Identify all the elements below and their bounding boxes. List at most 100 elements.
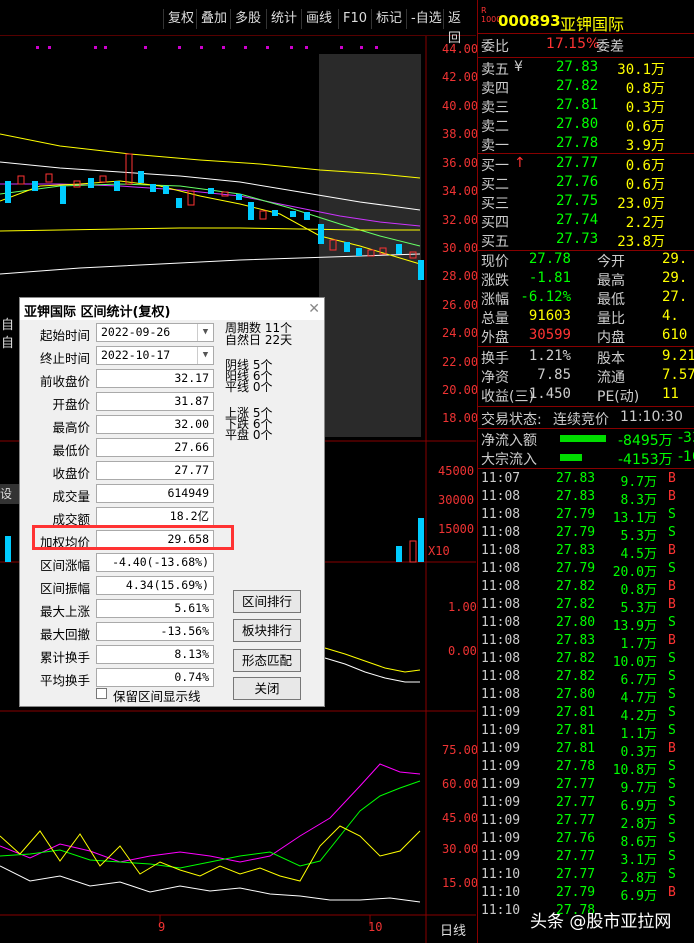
ask-row[interactable]: 卖四 27.82 0.8万 [478, 78, 694, 97]
chevron-down-icon[interactable]: ▼ [197, 347, 213, 364]
keep-range-label: 保留区间显示线 [113, 689, 201, 704]
kdj-line [0, 763, 421, 863]
end-time-value: 2022-10-17 [101, 348, 171, 362]
committee-label: 委比 [481, 39, 509, 55]
trade-price: 27.79 [556, 561, 596, 576]
bid-row[interactable]: 买一 ↑ 27.77 0.6万 [478, 155, 694, 174]
stat-value: 0.74% [96, 668, 214, 687]
stat-label: 区间涨幅 [39, 558, 90, 573]
range-rank-button[interactable]: 区间排行 [233, 590, 301, 613]
kdj-axis-label: 45.00 [442, 811, 479, 825]
field-label: 量比 [597, 311, 625, 327]
volume-axis-label: 15000 [438, 522, 475, 536]
order-volume: 0.6万 [625, 158, 665, 174]
order-price: 27.73 [556, 231, 599, 247]
trade-price: 27.80 [556, 615, 596, 630]
order-label: 卖五 [481, 62, 509, 78]
bid-row[interactable]: 买二 27.76 0.6万 [478, 174, 694, 193]
trade-status-time: 11:10:30 [620, 409, 683, 425]
flow-extra: -10 [678, 449, 694, 465]
flow-row: 净流入额 -8495万 -33 [478, 430, 694, 449]
bid-row[interactable]: 买三 27.75 23.0万 [478, 193, 694, 212]
trade-time: 11:09 [481, 723, 521, 738]
fundamentals-row: 净资 7.85 流通 7.57 [478, 367, 694, 386]
pattern-match-button[interactable]: 形态匹配 [233, 649, 301, 672]
draw-line-button[interactable]: 画线 [301, 9, 336, 29]
field-label: PE(动) [597, 389, 640, 405]
trade-direction: S [668, 669, 676, 684]
field-value: 9.21 [662, 348, 694, 364]
trade-row: 11:09 27.77 3.1万 S [478, 849, 694, 868]
stat-label: 平均换手 [39, 673, 90, 688]
bid-row[interactable]: 买四 27.74 2.2万 [478, 212, 694, 231]
trade-row: 11:08 27.82 6.7万 S [478, 669, 694, 688]
trade-volume: 4.5万 [620, 547, 657, 562]
mark-button[interactable]: 标记 [371, 9, 406, 29]
stat-label: 区间振幅 [39, 581, 90, 596]
sector-rank-button[interactable]: 板块排行 [233, 619, 301, 642]
remove-watchlist-button[interactable]: -自选 [406, 9, 446, 29]
trade-volume: 2.8万 [620, 817, 657, 832]
order-volume: 23.0万 [617, 196, 665, 212]
price-axis-label: 36.00 [442, 156, 479, 170]
chevron-down-icon[interactable]: ▼ [197, 324, 213, 341]
ask-row[interactable]: 卖一 27.78 3.9万 [478, 135, 694, 154]
field-value: 610 [662, 327, 688, 343]
trade-price: 27.83 [556, 489, 596, 504]
trade-row: 11:08 27.79 20.0万 S [478, 561, 694, 580]
stat-label: 最高价 [52, 420, 90, 435]
flat-count: 平线 0个 [225, 380, 273, 394]
keep-range-checkbox[interactable] [96, 688, 107, 699]
trade-row: 11:08 27.83 1.7万 B [478, 633, 694, 652]
statistics-button[interactable]: 统计 [266, 9, 301, 29]
flow-extra: -33 [678, 430, 694, 446]
f10-button[interactable]: F10 [338, 9, 371, 29]
trade-time: 11:08 [481, 543, 521, 558]
back-button[interactable]: 返回 [443, 9, 476, 46]
fuquan-button[interactable]: 复权 [163, 9, 198, 29]
field-label: 涨幅 [481, 292, 509, 308]
multi-stock-button[interactable]: 多股 [230, 9, 265, 29]
trade-time: 11:08 [481, 561, 521, 576]
x-axis-label: 10 [368, 920, 383, 934]
trade-row: 11:09 27.77 9.7万 S [478, 777, 694, 796]
ask-row[interactable]: 卖五 ¥27.83 30.1万 [478, 59, 694, 78]
period-tab[interactable]: 日线 [440, 920, 466, 939]
ask-row[interactable]: 卖二 27.80 0.6万 [478, 116, 694, 135]
trade-price: 27.76 [556, 831, 596, 846]
price-axis-label: 22.00 [442, 355, 479, 369]
trade-time: 11:09 [481, 741, 521, 756]
dialog-title: 亚钾国际 区间统计(复权) [20, 298, 324, 320]
divider [478, 153, 694, 154]
trade-time: 11:09 [481, 777, 521, 792]
field-label: 收益(三) [481, 389, 534, 405]
trade-direction: S [668, 525, 676, 540]
order-label: 买四 [481, 215, 509, 231]
volume-axis-label: 45000 [438, 464, 475, 478]
settings-button[interactable]: 设置 [0, 484, 20, 504]
trade-volume: 5.3万 [620, 601, 657, 616]
kdj-line [0, 825, 421, 882]
stat-value: 8.13% [96, 645, 214, 664]
left-fragment: 自 [1, 318, 15, 333]
start-time-picker[interactable]: 2022-09-26 ▼ [96, 323, 214, 342]
order-label: 卖二 [481, 119, 509, 135]
trade-volume: 1.1万 [620, 727, 657, 742]
quote-row: 总量 91603 量比 4. [478, 308, 694, 327]
price-axis-label: 18.00 [442, 411, 479, 425]
field-label: 净资 [481, 370, 509, 386]
bid-row[interactable]: 买五 27.73 23.8万 [478, 231, 694, 250]
highlight-box [32, 525, 234, 550]
stat-value: 27.77 [96, 461, 214, 480]
end-time-picker[interactable]: 2022-10-17 ▼ [96, 346, 214, 365]
stat-value: 18.2亿 [96, 507, 214, 526]
overlay-button[interactable]: 叠加 [196, 9, 231, 29]
ask-row[interactable]: 卖三 27.81 0.3万 [478, 97, 694, 116]
field-value: 27.78 [528, 251, 571, 267]
close-button[interactable]: 关闭 [233, 677, 301, 700]
close-icon[interactable]: ✕ [308, 301, 320, 317]
trade-row: 11:10 27.77 2.8万 S [478, 867, 694, 886]
field-value: 30599 [528, 327, 571, 343]
stat-value: 32.17 [96, 369, 214, 388]
natural-days: 自然日 22天 [225, 333, 293, 347]
